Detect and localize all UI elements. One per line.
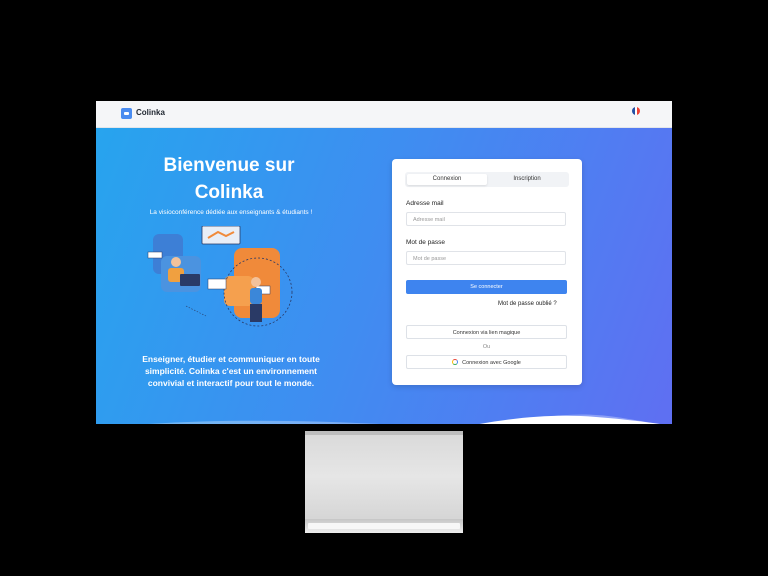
hero-title: Bienvenue sur Colinka (163, 155, 295, 203)
magic-link-button[interactable]: Connexion via lien magique (406, 325, 567, 339)
google-icon (452, 359, 459, 365)
tab-inscription[interactable]: Inscription (487, 174, 567, 185)
google-login-label: Connexion avec Google (462, 360, 521, 366)
tab-connexion[interactable]: Connexion (407, 174, 487, 185)
stand-neck (305, 431, 463, 435)
password-label: Mot de passe (406, 239, 446, 246)
monitor-screen: Colinka Bienvenue sur Colinka La visioco… (96, 101, 672, 424)
login-button[interactable]: Se connecter (406, 280, 567, 294)
or-divider: Ou (482, 344, 491, 350)
login-card: Connexion Inscription Adresse mail Adres… (392, 159, 582, 385)
forgot-password-link[interactable]: Mot de passe oublié ? (498, 301, 557, 307)
email-label: Adresse mail (406, 200, 444, 207)
hero-section: Bienvenue sur Colinka La visioconférence… (96, 128, 672, 424)
password-field[interactable]: Mot de passe (406, 251, 566, 265)
hero-subtitle: La visioconférence dédiée aux enseignant… (149, 209, 313, 216)
email-field[interactable]: Adresse mail (406, 212, 566, 226)
app-logo-text[interactable]: Colinka (136, 108, 165, 117)
stand-foot (305, 519, 463, 533)
bottom-wave (148, 414, 660, 424)
hero-description: Enseigner, étudier et communiquer en tou… (142, 354, 320, 388)
google-login-button[interactable]: Connexion avec Google (406, 355, 567, 369)
top-bar: Colinka (96, 101, 672, 128)
monitor-stand (305, 431, 463, 533)
video-camera-icon (121, 108, 132, 119)
hero-illustration (147, 226, 293, 327)
auth-tabs: Connexion Inscription (405, 172, 569, 187)
french-flag-icon[interactable] (632, 107, 640, 115)
